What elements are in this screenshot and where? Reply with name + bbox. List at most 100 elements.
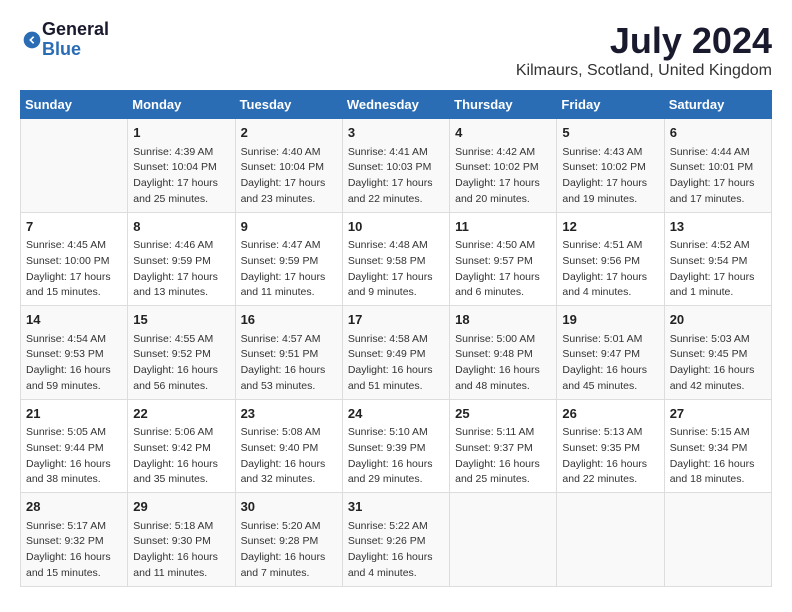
- calendar-cell: 27Sunrise: 5:15 AMSunset: 9:34 PMDayligh…: [664, 399, 771, 493]
- cell-content: and 22 minutes.: [562, 472, 658, 488]
- day-number: 20: [670, 310, 766, 330]
- day-number: 31: [348, 497, 444, 517]
- calendar-cell: 16Sunrise: 4:57 AMSunset: 9:51 PMDayligh…: [235, 306, 342, 400]
- day-number: 4: [455, 123, 551, 143]
- cell-content: Sunset: 9:52 PM: [133, 347, 229, 363]
- cell-content: Sunrise: 4:52 AM: [670, 238, 766, 254]
- calendar-header-row: SundayMondayTuesdayWednesdayThursdayFrid…: [21, 91, 772, 119]
- header-wednesday: Wednesday: [342, 91, 449, 119]
- cell-content: Sunrise: 4:40 AM: [241, 145, 337, 161]
- header-thursday: Thursday: [450, 91, 557, 119]
- day-number: 17: [348, 310, 444, 330]
- cell-content: and 11 minutes.: [133, 566, 229, 582]
- day-number: 22: [133, 404, 229, 424]
- logo-blue: Blue: [42, 40, 109, 60]
- calendar-cell: 13Sunrise: 4:52 AMSunset: 9:54 PMDayligh…: [664, 212, 771, 306]
- cell-content: Daylight: 17 hours: [455, 176, 551, 192]
- calendar-cell: 31Sunrise: 5:22 AMSunset: 9:26 PMDayligh…: [342, 493, 449, 587]
- cell-content: Sunrise: 5:05 AM: [26, 425, 122, 441]
- day-number: 14: [26, 310, 122, 330]
- month-title: July 2024: [516, 20, 772, 62]
- cell-content: Sunset: 9:34 PM: [670, 441, 766, 457]
- cell-content: Daylight: 16 hours: [562, 457, 658, 473]
- cell-content: Sunrise: 5:22 AM: [348, 519, 444, 535]
- cell-content: Sunset: 9:37 PM: [455, 441, 551, 457]
- cell-content: and 22 minutes.: [348, 192, 444, 208]
- cell-content: and 1 minute.: [670, 285, 766, 301]
- cell-content: Daylight: 16 hours: [455, 457, 551, 473]
- calendar-cell: 29Sunrise: 5:18 AMSunset: 9:30 PMDayligh…: [128, 493, 235, 587]
- cell-content: Sunrise: 5:03 AM: [670, 332, 766, 348]
- calendar-cell: 15Sunrise: 4:55 AMSunset: 9:52 PMDayligh…: [128, 306, 235, 400]
- cell-content: and 48 minutes.: [455, 379, 551, 395]
- day-number: 11: [455, 217, 551, 237]
- cell-content: Daylight: 16 hours: [562, 363, 658, 379]
- cell-content: and 7 minutes.: [241, 566, 337, 582]
- cell-content: Sunset: 9:56 PM: [562, 254, 658, 270]
- cell-content: Sunset: 10:04 PM: [133, 160, 229, 176]
- header-monday: Monday: [128, 91, 235, 119]
- cell-content: Sunrise: 4:51 AM: [562, 238, 658, 254]
- cell-content: Sunrise: 5:00 AM: [455, 332, 551, 348]
- cell-content: Daylight: 16 hours: [670, 457, 766, 473]
- calendar-week-5: 28Sunrise: 5:17 AMSunset: 9:32 PMDayligh…: [21, 493, 772, 587]
- day-number: 3: [348, 123, 444, 143]
- cell-content: and 23 minutes.: [241, 192, 337, 208]
- calendar-cell: 9Sunrise: 4:47 AMSunset: 9:59 PMDaylight…: [235, 212, 342, 306]
- calendar-cell: [664, 493, 771, 587]
- cell-content: Sunset: 10:04 PM: [241, 160, 337, 176]
- calendar-cell: 23Sunrise: 5:08 AMSunset: 9:40 PMDayligh…: [235, 399, 342, 493]
- day-number: 1: [133, 123, 229, 143]
- day-number: 29: [133, 497, 229, 517]
- day-number: 28: [26, 497, 122, 517]
- cell-content: Daylight: 16 hours: [241, 363, 337, 379]
- cell-content: Daylight: 16 hours: [241, 457, 337, 473]
- cell-content: and 6 minutes.: [455, 285, 551, 301]
- cell-content: Sunset: 9:28 PM: [241, 534, 337, 550]
- day-number: 25: [455, 404, 551, 424]
- cell-content: and 29 minutes.: [348, 472, 444, 488]
- cell-content: and 32 minutes.: [241, 472, 337, 488]
- day-number: 8: [133, 217, 229, 237]
- cell-content: Daylight: 17 hours: [562, 176, 658, 192]
- day-number: 5: [562, 123, 658, 143]
- cell-content: and 15 minutes.: [26, 285, 122, 301]
- header-sunday: Sunday: [21, 91, 128, 119]
- cell-content: and 59 minutes.: [26, 379, 122, 395]
- cell-content: and 45 minutes.: [562, 379, 658, 395]
- calendar-cell: 3Sunrise: 4:41 AMSunset: 10:03 PMDayligh…: [342, 119, 449, 213]
- cell-content: Daylight: 16 hours: [26, 457, 122, 473]
- cell-content: Sunset: 9:48 PM: [455, 347, 551, 363]
- calendar-cell: 12Sunrise: 4:51 AMSunset: 9:56 PMDayligh…: [557, 212, 664, 306]
- cell-content: Sunrise: 5:20 AM: [241, 519, 337, 535]
- cell-content: and 56 minutes.: [133, 379, 229, 395]
- calendar-cell: 2Sunrise: 4:40 AMSunset: 10:04 PMDayligh…: [235, 119, 342, 213]
- cell-content: Sunrise: 5:06 AM: [133, 425, 229, 441]
- cell-content: Daylight: 17 hours: [348, 176, 444, 192]
- cell-content: Sunrise: 4:48 AM: [348, 238, 444, 254]
- cell-content: Sunset: 9:35 PM: [562, 441, 658, 457]
- cell-content: Daylight: 17 hours: [241, 176, 337, 192]
- day-number: 10: [348, 217, 444, 237]
- calendar-week-1: 1Sunrise: 4:39 AMSunset: 10:04 PMDayligh…: [21, 119, 772, 213]
- calendar-cell: 18Sunrise: 5:00 AMSunset: 9:48 PMDayligh…: [450, 306, 557, 400]
- calendar-cell: 30Sunrise: 5:20 AMSunset: 9:28 PMDayligh…: [235, 493, 342, 587]
- cell-content: Sunrise: 5:18 AM: [133, 519, 229, 535]
- calendar-cell: 7Sunrise: 4:45 AMSunset: 10:00 PMDayligh…: [21, 212, 128, 306]
- calendar-week-2: 7Sunrise: 4:45 AMSunset: 10:00 PMDayligh…: [21, 212, 772, 306]
- day-number: 15: [133, 310, 229, 330]
- cell-content: Sunrise: 4:45 AM: [26, 238, 122, 254]
- cell-content: Sunrise: 4:50 AM: [455, 238, 551, 254]
- calendar-cell: 25Sunrise: 5:11 AMSunset: 9:37 PMDayligh…: [450, 399, 557, 493]
- cell-content: Sunrise: 5:17 AM: [26, 519, 122, 535]
- cell-content: and 13 minutes.: [133, 285, 229, 301]
- cell-content: and 17 minutes.: [670, 192, 766, 208]
- cell-content: Daylight: 16 hours: [26, 363, 122, 379]
- cell-content: Daylight: 16 hours: [241, 550, 337, 566]
- cell-content: Sunrise: 4:41 AM: [348, 145, 444, 161]
- cell-content: Sunrise: 4:46 AM: [133, 238, 229, 254]
- cell-content: Sunrise: 4:47 AM: [241, 238, 337, 254]
- logo-text: General Blue: [42, 20, 109, 60]
- day-number: 9: [241, 217, 337, 237]
- calendar-cell: 6Sunrise: 4:44 AMSunset: 10:01 PMDayligh…: [664, 119, 771, 213]
